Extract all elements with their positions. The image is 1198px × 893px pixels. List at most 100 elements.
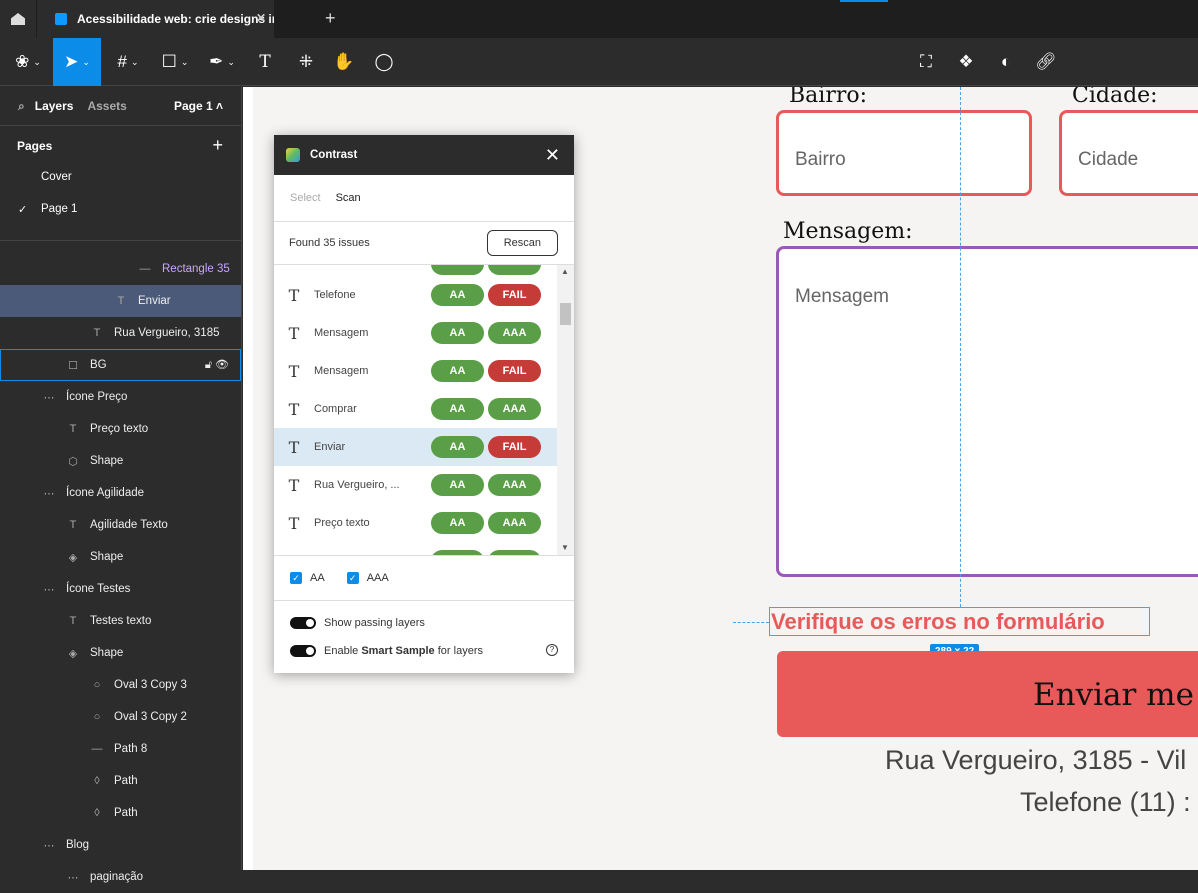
layer-icon: T: [69, 519, 77, 531]
scroll-down-icon[interactable]: ▼: [561, 543, 569, 552]
frame-tool[interactable]: # ⌄: [108, 38, 148, 86]
smart-label: Enable: [324, 645, 362, 657]
layer-item[interactable]: T Agilidade Texto: [0, 509, 241, 541]
layer-item[interactable]: ⬡ Shape: [0, 445, 241, 477]
scrollbar-thumb[interactable]: [560, 303, 571, 325]
page-item-cover[interactable]: Cover: [41, 171, 72, 183]
cidade-field[interactable]: Cidade: [1059, 110, 1198, 196]
error-message[interactable]: Verifique os erros no formulário: [769, 607, 1150, 636]
figma-icon: ❀: [15, 52, 30, 71]
aaa-badge: FAIL: [488, 360, 541, 382]
text-layer-icon: T: [288, 323, 300, 343]
bairro-field[interactable]: Bairro: [776, 110, 1032, 196]
layer-icon: ⬡: [68, 455, 78, 468]
contrast-button[interactable]: ◐: [992, 38, 1020, 86]
layer-item[interactable]: T Preço texto: [0, 413, 241, 445]
layer-item[interactable]: — Path 8: [0, 733, 241, 765]
layer-item[interactable]: ○ Oval 3 Copy 2: [0, 701, 241, 733]
layer-icon: ◈: [68, 647, 78, 660]
layer-icon: T: [93, 327, 101, 339]
address-text: Rua Vergueiro, 3185 - Vil: [885, 745, 1187, 775]
aa-badge: AA: [431, 474, 484, 496]
result-row[interactable]: T Telefone AA FAIL: [274, 276, 557, 314]
page-item-page-1[interactable]: Page 1: [41, 203, 77, 215]
new-tab-button[interactable]: +: [325, 8, 336, 29]
submit-button[interactable]: Enviar me: [777, 651, 1198, 737]
layer-icon: ⋯: [43, 487, 55, 500]
main-menu-button[interactable]: ❀ ⌄: [8, 38, 48, 86]
tab-select[interactable]: Select: [290, 192, 321, 204]
link-button[interactable]: 🔗︎: [1032, 38, 1060, 86]
result-row[interactable]: T Preço texto AA AAA: [274, 504, 557, 542]
search-icon[interactable]: ⌕: [18, 99, 25, 114]
result-row[interactable]: T Rua Vergueiro, ... AA AAA: [274, 466, 557, 504]
page-selector[interactable]: Page 1 ˄: [174, 99, 223, 113]
home-icon: [11, 13, 25, 25]
smart-label-suffix: for layers: [434, 645, 483, 657]
show-passing-toggle[interactable]: [290, 617, 316, 630]
layer-item[interactable]: ☐ BG 🔓︎ 👁︎: [0, 349, 241, 381]
file-icon: [55, 13, 67, 25]
add-page-button[interactable]: +: [212, 135, 223, 156]
layer-icon: ◊: [94, 775, 100, 787]
tab-scan[interactable]: Scan: [336, 192, 361, 204]
layer-icon: ⋯: [43, 391, 55, 404]
resources-tool[interactable]: ⁜: [292, 38, 320, 86]
layer-item[interactable]: ◈ Shape: [0, 541, 241, 573]
layer-item[interactable]: ○ Oval 3 Copy 3: [0, 669, 241, 701]
scrollbar[interactable]: ▲ ▼: [557, 265, 574, 555]
result-row[interactable]: T Mensagem AA AAA: [274, 314, 557, 352]
layer-item[interactable]: ⋯ Blog: [0, 829, 241, 861]
scroll-up-icon[interactable]: ▲: [561, 267, 569, 276]
lock-visibility-icons[interactable]: 🔓︎ 👁︎: [205, 358, 229, 372]
contrast-logo: [286, 148, 300, 162]
pages-section: Pages + Cover ✓ Page 1: [0, 126, 241, 241]
hand-tool[interactable]: ✋: [330, 38, 358, 86]
result-row[interactable]: T Enviar AA FAIL: [274, 428, 557, 466]
layer-item[interactable]: T Enviar: [0, 285, 241, 317]
aa-checkbox[interactable]: ✓: [290, 572, 302, 584]
layer-icon: ◈: [68, 551, 78, 564]
home-button[interactable]: [0, 0, 36, 38]
layer-label: Preço texto: [90, 423, 149, 435]
text-tool[interactable]: T: [252, 38, 278, 86]
text-layer-icon: T: [288, 361, 300, 381]
layer-item[interactable]: — Rectangle 35: [0, 253, 241, 285]
smart-label-bold: Smart Sample: [361, 645, 435, 657]
layer-item[interactable]: ◊ Path: [0, 797, 241, 829]
layer-item[interactable]: ⋯ Ícone Agilidade: [0, 477, 241, 509]
rectangle-tool[interactable]: ☐ ⌄: [155, 38, 195, 86]
aaa-checkbox[interactable]: ✓: [346, 572, 359, 584]
layer-item[interactable]: ⋯ Ícone Testes: [0, 573, 241, 605]
tab-assets[interactable]: Assets: [87, 99, 126, 113]
close-plugin-icon[interactable]: ✕: [545, 145, 560, 166]
move-tool[interactable]: ➤ ⌄: [53, 38, 101, 86]
layer-icon: T: [69, 615, 77, 627]
help-icon[interactable]: ?: [546, 644, 558, 656]
layer-item[interactable]: ◈ Shape: [0, 637, 241, 669]
layer-label: Shape: [90, 455, 124, 467]
rescan-button[interactable]: Rescan: [486, 230, 558, 256]
plugin-title: Contrast: [310, 149, 358, 161]
components-button[interactable]: ❖: [952, 38, 980, 86]
pen-icon: ✒: [209, 52, 224, 71]
close-tab-icon[interactable]: ✕: [256, 11, 266, 25]
mensagem-field[interactable]: Mensagem: [776, 246, 1198, 577]
file-tab[interactable]: Acessibilidade web: crie designs inclusi…: [37, 0, 274, 38]
layer-item[interactable]: T Testes texto: [0, 605, 241, 637]
crop-button[interactable]: ⛶: [912, 38, 940, 86]
partial-pill: [431, 550, 484, 555]
smart-sample-toggle[interactable]: [290, 645, 316, 658]
contrast-icon: ◐: [1000, 52, 1012, 71]
result-row[interactable]: T Mensagem AA FAIL: [274, 352, 557, 390]
layer-item[interactable]: T Rua Vergueiro, 3185: [0, 317, 241, 349]
layer-item[interactable]: ◊ Path: [0, 765, 241, 797]
result-row[interactable]: T Comprar AA AAA: [274, 390, 557, 428]
layer-item[interactable]: ⋯ paginação: [0, 861, 241, 893]
pen-tool[interactable]: ✒ ⌄: [200, 38, 244, 86]
comment-tool[interactable]: ◯: [370, 38, 398, 86]
layer-item[interactable]: ⋯ Ícone Preço: [0, 381, 241, 413]
result-row-partial[interactable]: T: [274, 542, 557, 555]
layer-label: Ícone Preço: [66, 391, 128, 403]
tab-layers[interactable]: Layers: [35, 99, 74, 113]
